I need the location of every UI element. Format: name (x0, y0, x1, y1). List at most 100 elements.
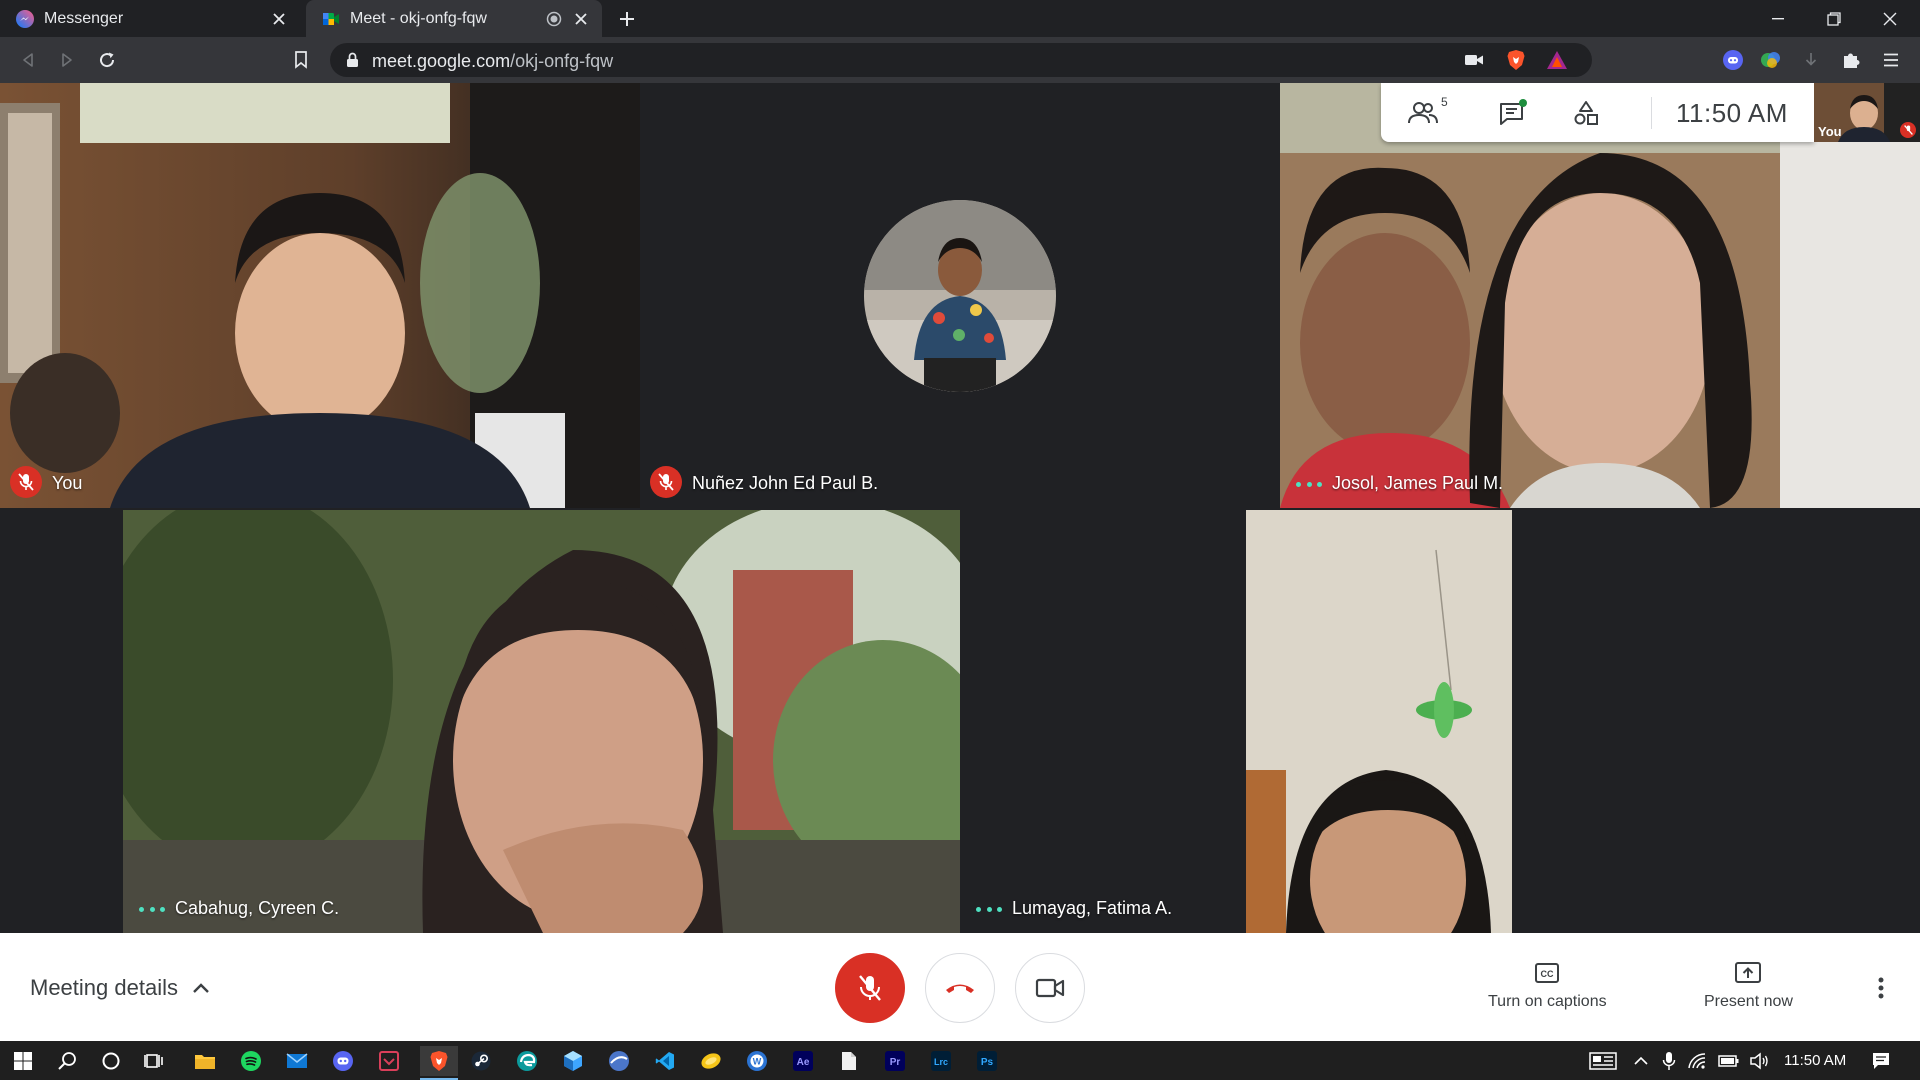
app-blue-globe-icon[interactable] (604, 1046, 634, 1076)
colorful-extension-icon[interactable] (1758, 47, 1784, 73)
muted-mic-icon (10, 466, 42, 498)
captions-button[interactable]: CC Turn on captions (1488, 959, 1607, 1011)
show-hidden-icons-icon[interactable] (1626, 1046, 1656, 1076)
speaking-indicator-icon (139, 905, 165, 913)
wifi-icon[interactable] (1682, 1046, 1712, 1076)
edge-icon[interactable] (512, 1046, 542, 1076)
file-explorer-icon[interactable] (190, 1046, 220, 1076)
brave-shield-icon[interactable] (1506, 49, 1526, 71)
app-cube-icon[interactable] (558, 1046, 588, 1076)
muted-mic-icon (650, 466, 682, 498)
brave-browser-icon[interactable] (420, 1046, 458, 1080)
muted-mic-icon (1900, 122, 1916, 138)
video-feed (123, 510, 960, 933)
microphone-tray-icon[interactable] (1654, 1046, 1684, 1076)
meeting-details-button[interactable]: Meeting details (30, 975, 210, 1001)
tab-title: Messenger (44, 9, 124, 27)
card-divider (1651, 97, 1652, 129)
taskbar-clock[interactable]: 11:50 AM (1784, 1052, 1846, 1069)
cortana-icon[interactable] (96, 1046, 126, 1076)
self-preview[interactable]: You (1814, 83, 1920, 142)
discord-extension-icon[interactable] (1720, 47, 1746, 73)
battery-icon[interactable] (1714, 1046, 1744, 1076)
restore-button[interactable] (1806, 0, 1862, 37)
browser-tab-strip: Messenger Meet - okj-onfg-fqw (0, 0, 1920, 37)
spotify-icon[interactable] (236, 1046, 266, 1076)
new-tab-button[interactable] (614, 6, 640, 32)
participant-name: Cabahug, Cyreen C. (175, 898, 340, 918)
discord-icon[interactable] (328, 1046, 358, 1076)
present-label: Present now (1704, 993, 1793, 1010)
leave-call-button[interactable] (925, 953, 995, 1023)
participant-tile-josol[interactable]: Josol, James Paul M. (1280, 83, 1920, 508)
tab-meet[interactable]: Meet - okj-onfg-fqw (306, 0, 602, 37)
hang-up-icon (944, 981, 976, 995)
minimize-button[interactable] (1750, 0, 1806, 37)
chat-icon[interactable] (1496, 97, 1530, 129)
close-tab-icon[interactable] (570, 8, 592, 30)
captions-label: Turn on captions (1488, 993, 1607, 1010)
activities-icon[interactable] (1569, 97, 1603, 129)
task-view-icon[interactable] (140, 1046, 170, 1076)
photoshop-icon[interactable]: Ps (972, 1046, 1002, 1076)
present-now-button[interactable]: Present now (1704, 959, 1793, 1011)
svg-text:CC: CC (1541, 969, 1554, 979)
after-effects-icon[interactable]: Ae (788, 1046, 818, 1076)
meet-control-bar: Meeting details CC Turn on captions Pres… (0, 933, 1920, 1041)
back-icon[interactable] (15, 47, 41, 73)
browser-toolbar: meet.google.com/okj-onfg-fqw (0, 37, 1920, 83)
forward-icon[interactable] (54, 47, 80, 73)
participant-name: You (52, 473, 83, 493)
recording-indicator-icon (546, 11, 562, 27)
participant-name: Lumayag, Fatima A. (1012, 898, 1173, 918)
close-window-button[interactable] (1862, 0, 1918, 37)
google-meet-icon (322, 10, 340, 28)
notifications-icon[interactable] (1866, 1046, 1896, 1076)
brave-rewards-icon[interactable] (1546, 50, 1568, 70)
unmute-button[interactable] (835, 953, 905, 1023)
participant-tile-nunez[interactable]: Nuñez John Ed Paul B. (640, 83, 1280, 508)
windows-start-icon[interactable] (8, 1046, 38, 1076)
todo-app-icon[interactable] (374, 1046, 404, 1076)
people-icon[interactable]: 5 (1407, 95, 1448, 129)
url-path: /okj-onfg-fqw (510, 51, 614, 71)
address-bar[interactable]: meet.google.com/okj-onfg-fqw (330, 43, 1592, 77)
self-preview-label: You (1818, 124, 1842, 139)
camera-in-use-icon[interactable] (1464, 52, 1484, 68)
svg-text:Lrc: Lrc (934, 1057, 948, 1067)
camera-button[interactable] (1015, 953, 1085, 1023)
participant-tile-you[interactable]: You (0, 83, 640, 508)
more-options-button[interactable] (1866, 973, 1896, 1003)
reload-icon[interactable] (94, 47, 120, 73)
document-icon[interactable] (834, 1046, 864, 1076)
closed-captions-icon: CC (1532, 959, 1562, 987)
volume-icon[interactable] (1744, 1046, 1774, 1076)
download-icon[interactable] (1798, 47, 1824, 73)
speaking-indicator-icon (1296, 480, 1322, 488)
vscode-icon[interactable] (650, 1046, 680, 1076)
close-tab-icon[interactable] (268, 8, 290, 30)
mail-icon[interactable] (282, 1046, 312, 1076)
participant-tile-lumayag[interactable]: Lumayag, Fatima A. (960, 510, 1246, 933)
steam-icon[interactable] (466, 1046, 496, 1076)
participant-count: 5 (1441, 95, 1448, 109)
svg-text:W: W (753, 1057, 762, 1067)
extensions-puzzle-icon[interactable] (1838, 47, 1864, 73)
premiere-pro-icon[interactable]: Pr (880, 1046, 910, 1076)
sticky-app-icon[interactable] (696, 1046, 726, 1076)
search-icon[interactable] (52, 1046, 82, 1076)
url-text: meet.google.com/okj-onfg-fqw (372, 51, 613, 72)
menu-hamburger-icon[interactable] (1878, 47, 1904, 73)
participant-name: Nuñez John Ed Paul B. (692, 473, 879, 493)
lock-icon (346, 52, 359, 68)
news-widget-icon[interactable] (1586, 1046, 1620, 1076)
participant-tile-cabahug[interactable]: Cabahug, Cyreen C. (123, 510, 960, 933)
meet-video-grid: You Nuñez John Ed Paul B. Josol, James P… (0, 83, 1920, 933)
present-screen-icon (1733, 959, 1763, 987)
participant-video-lumayag (1246, 510, 1512, 933)
lightroom-classic-icon[interactable]: Lrc (926, 1046, 956, 1076)
bookmark-icon[interactable] (288, 47, 314, 73)
svg-text:Ps: Ps (981, 1057, 994, 1068)
word-app-icon[interactable]: W (742, 1046, 772, 1076)
tab-messenger[interactable]: Messenger (0, 0, 300, 37)
